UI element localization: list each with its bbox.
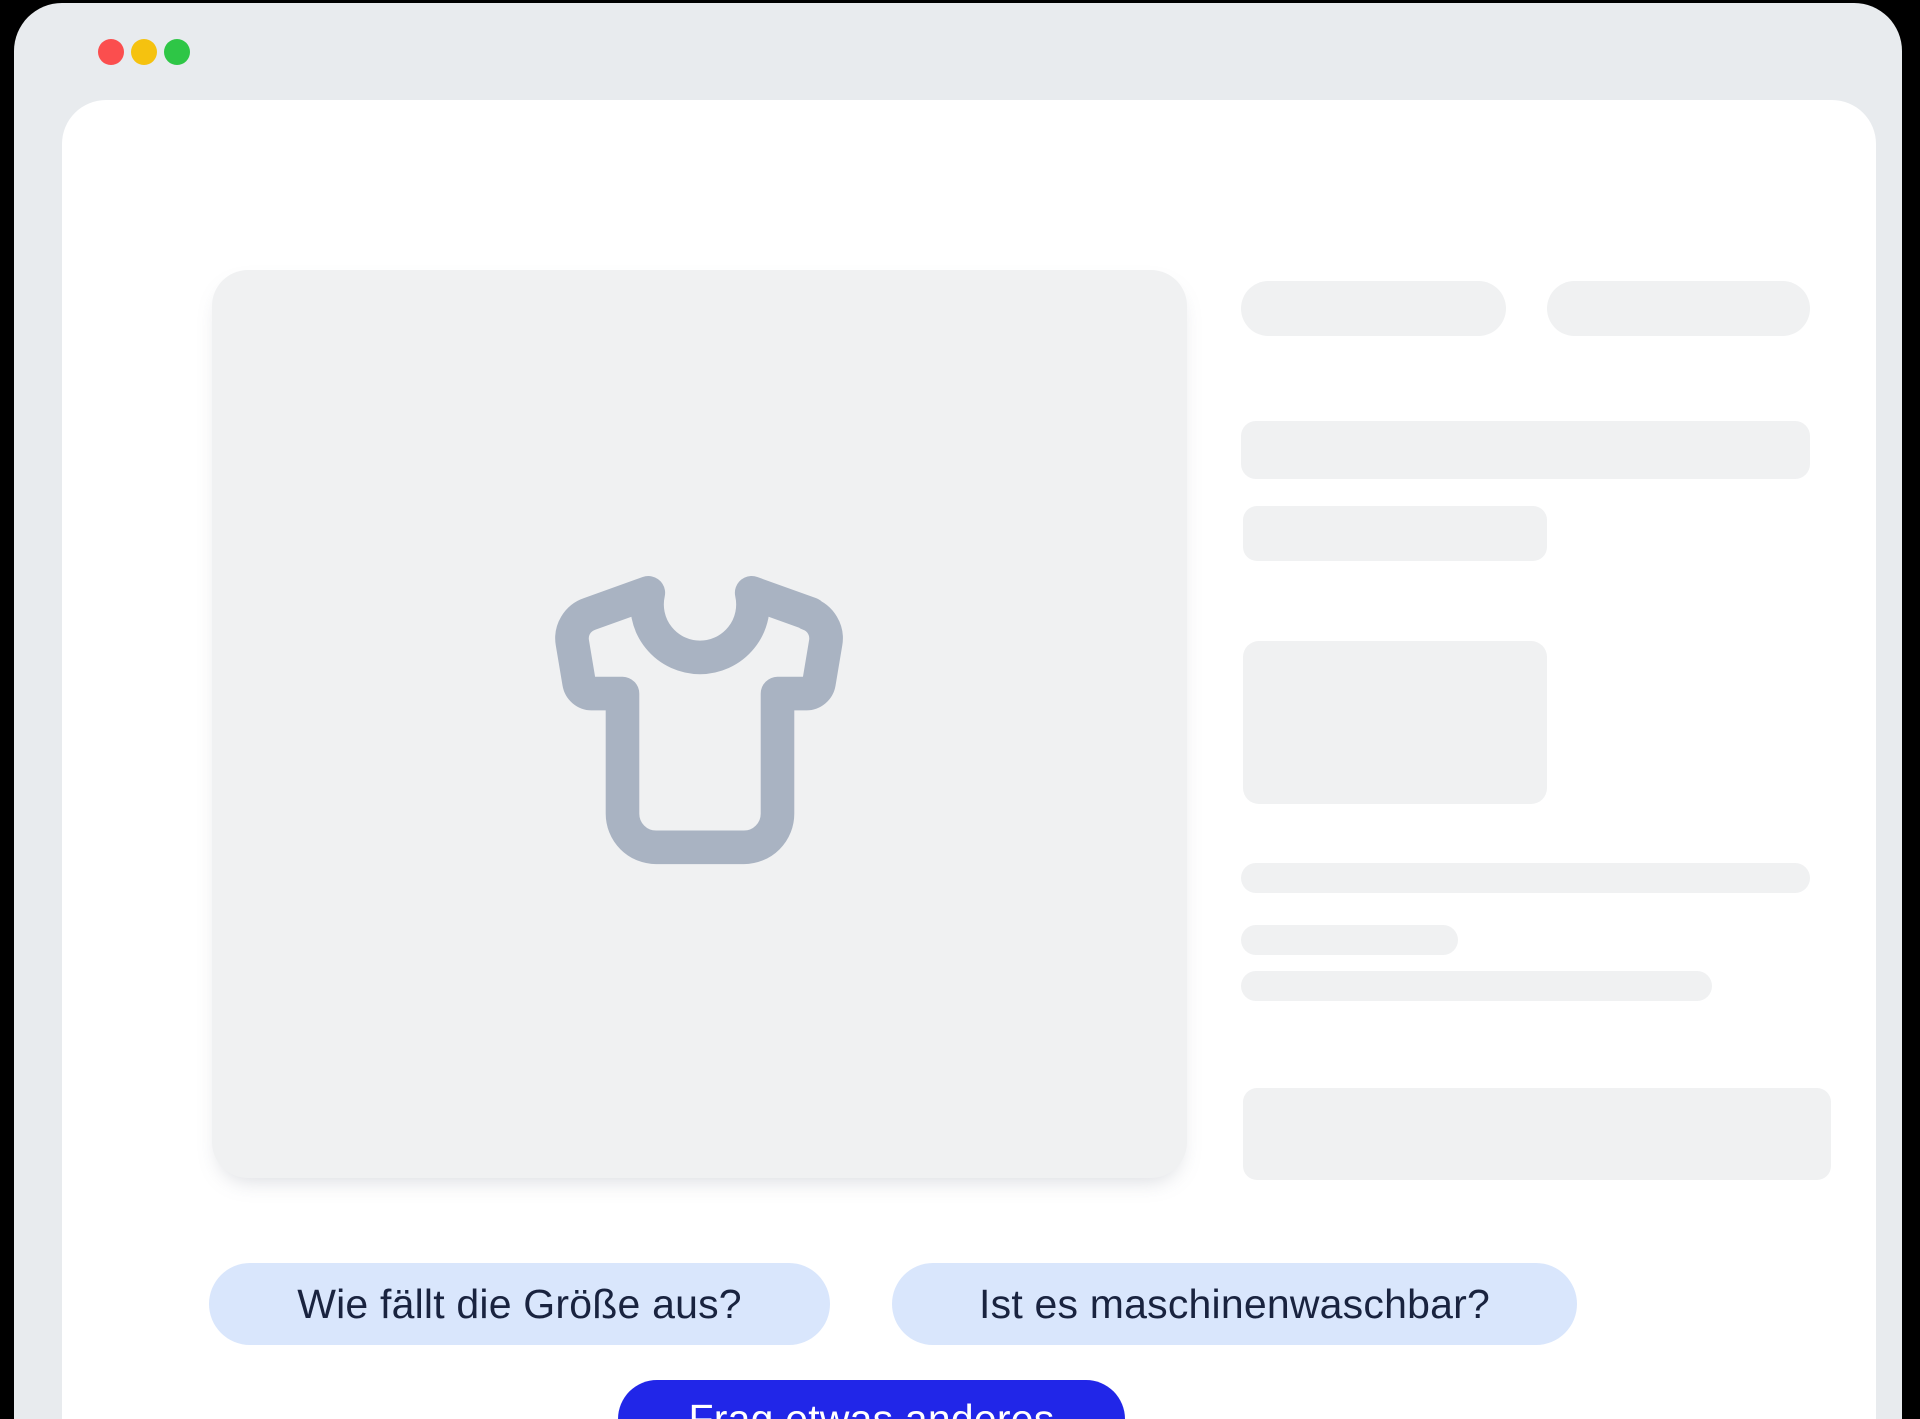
skeleton-line-long — [1241, 421, 1810, 479]
skeleton-title-pill-2 — [1547, 281, 1810, 336]
product-image-placeholder — [212, 270, 1187, 1178]
suggested-question-washable-chip[interactable]: Ist es maschinenwaschbar? — [892, 1263, 1577, 1345]
suggested-question-size-chip[interactable]: Wie fällt die Größe aus? — [209, 1263, 830, 1345]
skeleton-text-line-3 — [1241, 971, 1712, 1001]
skeleton-text-line-1 — [1241, 863, 1810, 893]
skeleton-block-bottom — [1243, 1088, 1831, 1180]
skeleton-title-pill-1 — [1241, 281, 1506, 336]
skeleton-line-short — [1243, 506, 1547, 561]
skeleton-block-large — [1243, 641, 1547, 804]
browser-window: Wie fällt die Größe aus? Ist es maschine… — [14, 3, 1902, 1419]
minimize-window-button[interactable] — [131, 39, 157, 65]
screen: Wie fällt die Größe aus? Ist es maschine… — [0, 0, 1920, 1419]
zoom-window-button[interactable] — [164, 39, 190, 65]
page-content: Wie fällt die Größe aus? Ist es maschine… — [62, 100, 1876, 1419]
close-window-button[interactable] — [98, 39, 124, 65]
window-controls — [98, 39, 190, 65]
t-shirt-icon — [545, 560, 855, 889]
skeleton-text-line-2 — [1241, 925, 1458, 955]
ask-something-else-button[interactable]: Frag etwas anderes — [618, 1380, 1125, 1419]
